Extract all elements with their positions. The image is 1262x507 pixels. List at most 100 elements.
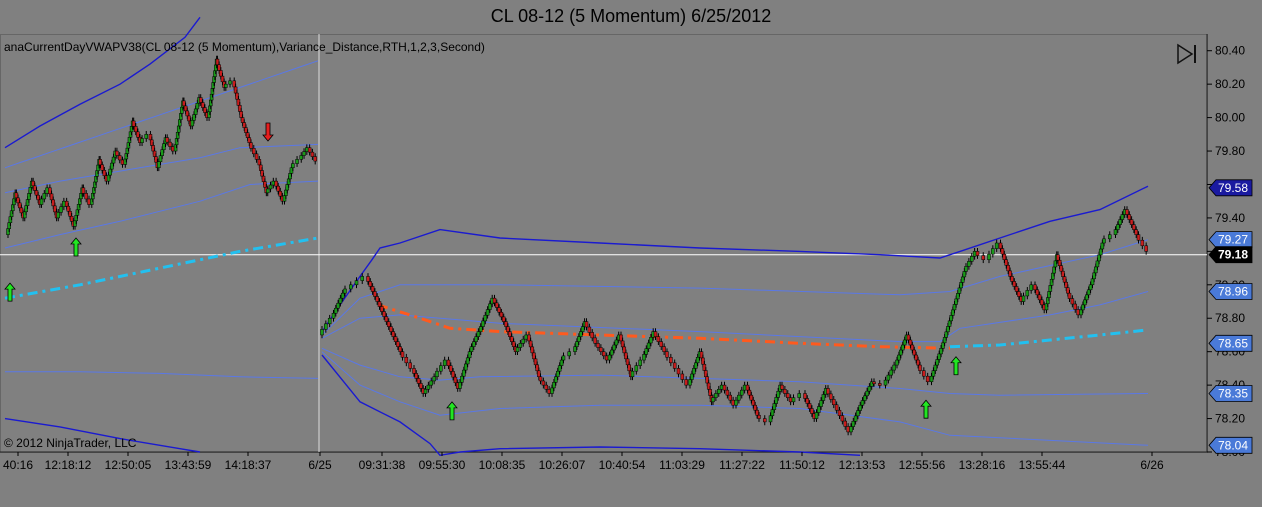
candle-body: [504, 321, 508, 327]
up-arrow-icon: [920, 399, 932, 419]
candle-body: [193, 108, 198, 115]
candle-body: [719, 384, 724, 390]
candle-body: [158, 155, 163, 162]
candle-body: [593, 337, 597, 344]
candle-body: [1127, 214, 1132, 220]
candle-body: [557, 365, 562, 372]
candle-body: [49, 193, 54, 201]
candle-body: [187, 115, 191, 122]
candle-body: [1144, 245, 1148, 252]
candle-body: [1021, 295, 1026, 302]
candle-body: [832, 399, 836, 406]
candle-body: [1035, 289, 1040, 296]
candle-body: [338, 297, 343, 304]
candle-body: [1037, 294, 1042, 301]
time-tick-label: 14:18:37: [225, 458, 272, 472]
candle-body: [228, 80, 232, 85]
candle-body: [964, 266, 968, 272]
candle-body: [567, 351, 571, 357]
candle-body: [692, 368, 696, 375]
time-tick-label: 12:13:53: [839, 458, 886, 472]
candle-body: [110, 162, 114, 170]
candle-body: [786, 393, 790, 398]
time-tick-label: 6/26: [1140, 458, 1164, 472]
candle-body: [537, 370, 541, 378]
candle-body: [386, 321, 391, 327]
candle-body: [849, 426, 853, 433]
candle-body: [840, 415, 845, 422]
candle-body: [627, 364, 631, 372]
candle-body: [960, 276, 965, 283]
candle-body: [429, 380, 433, 386]
price-tick-label: 80.40: [1215, 44, 1245, 58]
candle-body: [17, 202, 22, 209]
candle-body: [797, 393, 801, 398]
candle-body: [676, 368, 681, 375]
candle-body: [64, 200, 69, 207]
candle-body: [244, 127, 248, 133]
candle-body: [559, 359, 564, 366]
candle-body: [1097, 254, 1101, 262]
candle-body: [951, 309, 955, 316]
candle-body: [620, 340, 625, 348]
candle-body: [561, 355, 566, 361]
candle-body: [584, 321, 589, 328]
candle-body: [814, 412, 819, 419]
chart-canvas[interactable]: 80.4080.2080.0079.8079.6079.4079.2079.00…: [0, 0, 1262, 507]
candle-body: [889, 369, 893, 376]
candle-body: [373, 291, 377, 297]
candle-body: [115, 150, 119, 156]
candle-body: [510, 336, 514, 342]
candle-body: [432, 376, 436, 382]
candle-body: [867, 386, 872, 392]
candle-body: [515, 347, 520, 352]
up-arrow-icon: [70, 237, 82, 257]
candle-body: [662, 346, 666, 352]
time-tick-label: 10:08:35: [479, 458, 526, 472]
candle-body: [684, 379, 688, 386]
candle-body: [404, 357, 409, 364]
candle-body: [69, 215, 74, 222]
candle-body: [511, 341, 516, 347]
candle-body: [485, 309, 490, 316]
play-end-icon[interactable]: [1176, 43, 1198, 65]
candle-body: [102, 170, 107, 176]
candle-body: [544, 384, 548, 390]
candle-body: [895, 359, 899, 366]
candle-body: [1140, 239, 1145, 247]
candle-body: [768, 415, 773, 423]
candle-body: [755, 409, 759, 416]
candle-body: [391, 331, 396, 337]
candle-body: [474, 336, 478, 342]
candle-body: [737, 394, 741, 401]
candle-body: [607, 354, 612, 361]
candle-body: [370, 286, 375, 292]
candle-body: [573, 346, 577, 352]
candle-body: [538, 376, 543, 382]
candle-body: [162, 143, 166, 150]
candle-body: [929, 375, 934, 383]
candle-body: [1025, 290, 1030, 297]
candle-body: [954, 298, 958, 305]
candle-body: [278, 190, 283, 197]
candle-body: [349, 284, 353, 290]
candle-body: [157, 161, 161, 169]
candle-body: [1006, 265, 1010, 272]
candle-body: [596, 343, 600, 348]
candle-body: [295, 159, 299, 164]
candle-body: [117, 155, 122, 161]
candle-body: [488, 303, 492, 310]
candle-body: [981, 255, 985, 260]
indicator-label: anaCurrentDayVWAPV38(CL 08-12 (5 Momentu…: [4, 40, 485, 54]
candle-body: [56, 212, 61, 219]
candle-body: [462, 369, 466, 377]
time-tick-label: 11:03:29: [659, 458, 705, 472]
candle-body: [360, 276, 364, 281]
candle-body: [336, 302, 340, 309]
candle-body: [991, 248, 995, 255]
candle-body: [48, 187, 52, 195]
candle-body: [776, 391, 780, 398]
time-tick-label: 12:18:12: [45, 458, 92, 472]
candle-body: [957, 287, 962, 294]
candle-body: [307, 147, 312, 153]
